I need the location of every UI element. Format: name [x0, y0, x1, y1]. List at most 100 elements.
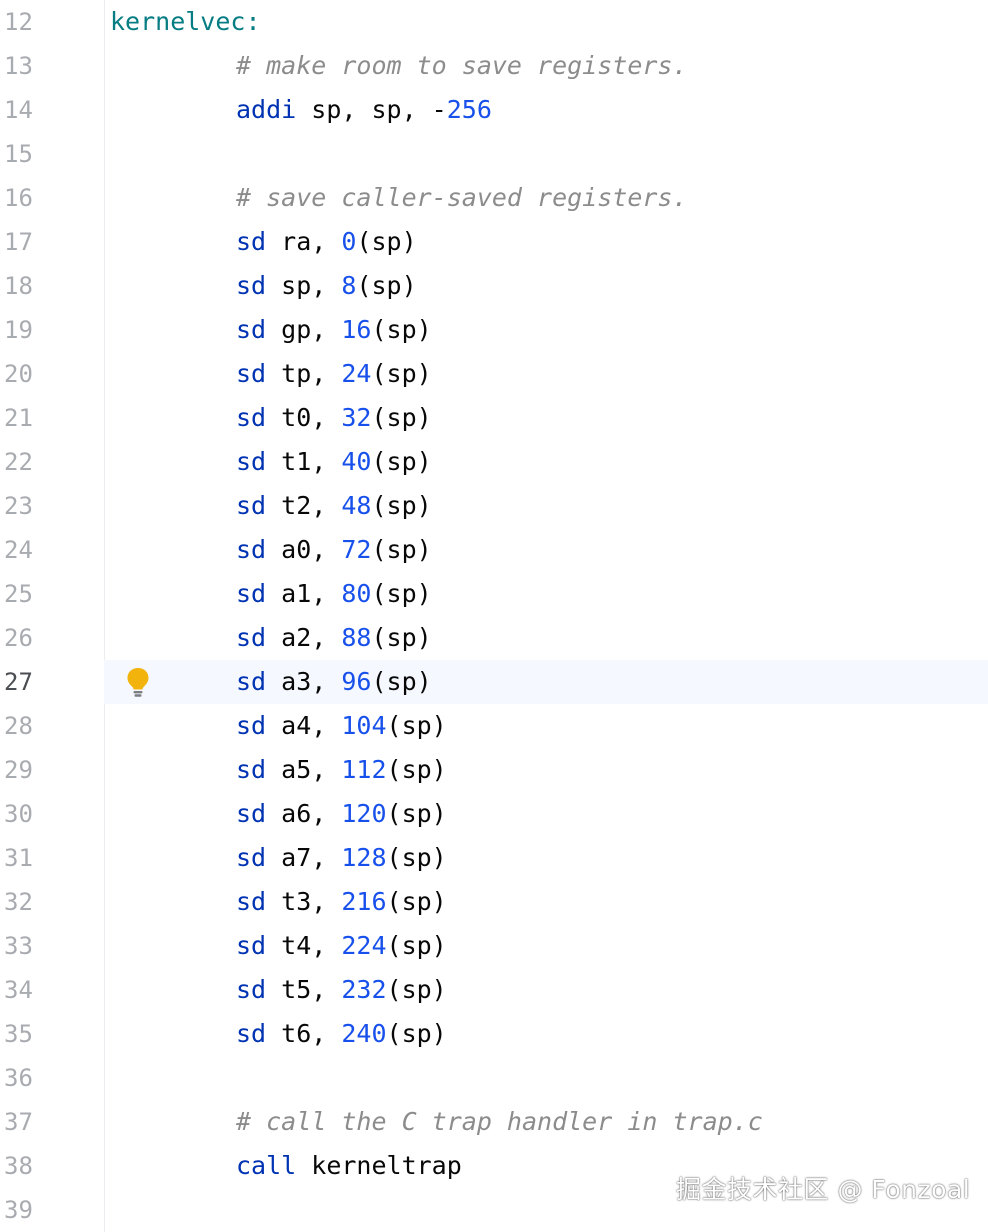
line-number[interactable]: 31	[4, 836, 64, 880]
code-text[interactable]: sd t4, 224(sp)	[236, 924, 447, 968]
token-text: (sp)	[371, 667, 432, 696]
code-text[interactable]: sd t5, 232(sp)	[236, 968, 447, 1012]
token-kw: sd	[236, 359, 267, 388]
line-number[interactable]: 33	[4, 924, 64, 968]
code-line[interactable]: 30 sd a6, 120(sp)	[0, 792, 988, 836]
code-line[interactable]: 23 sd t2, 48(sp)	[0, 484, 988, 528]
code-text[interactable]: sd a5, 112(sp)	[236, 748, 447, 792]
line-number[interactable]: 24	[4, 528, 64, 572]
line-number[interactable]: 13	[4, 44, 64, 88]
token-num: 72	[341, 535, 372, 564]
code-line[interactable]: 19 sd gp, 16(sp)	[0, 308, 988, 352]
line-number[interactable]: 12	[4, 0, 64, 44]
code-editor[interactable]: 12 kernelvec: 13 # make room to save regist…	[0, 0, 988, 1232]
code-text[interactable]: sd a6, 120(sp)	[236, 792, 447, 836]
code-line[interactable]: 17 sd ra, 0(sp)	[0, 220, 988, 264]
token-text: a7,	[266, 843, 342, 872]
code-line[interactable]: 13 # make room to save registers.	[0, 44, 988, 88]
token-comment: # make room to save registers.	[236, 51, 688, 80]
code-line-current[interactable]: 27 sd a3, 96(sp)	[0, 660, 988, 704]
line-number[interactable]: 34	[4, 968, 64, 1012]
code-line[interactable]: 37 # call the C trap handler in trap.c	[0, 1100, 988, 1144]
token-kw: sd	[236, 623, 267, 652]
code-text[interactable]: sd t1, 40(sp)	[236, 440, 432, 484]
token-text: t0,	[266, 403, 342, 432]
code-text[interactable]: sd a3, 96(sp)	[236, 660, 432, 704]
line-number[interactable]: 27	[4, 660, 64, 704]
code-line[interactable]: 22 sd t1, 40(sp)	[0, 440, 988, 484]
code-line[interactable]: 12 kernelvec:	[0, 0, 988, 44]
code-line[interactable]: 15	[0, 132, 988, 176]
line-number[interactable]: 37	[4, 1100, 64, 1144]
token-text: (sp)	[371, 403, 432, 432]
code-text[interactable]: # save caller-saved registers.	[236, 176, 688, 220]
code-text[interactable]: kernelvec:	[110, 0, 261, 44]
code-text[interactable]: sd a0, 72(sp)	[236, 528, 432, 572]
token-text: sp, sp, -	[296, 95, 447, 124]
line-number[interactable]: 36	[4, 1056, 64, 1100]
code-text[interactable]: sd t0, 32(sp)	[236, 396, 432, 440]
token-text: t6,	[266, 1019, 342, 1048]
line-number[interactable]: 16	[4, 176, 64, 220]
line-number[interactable]: 14	[4, 88, 64, 132]
code-text[interactable]: sd t2, 48(sp)	[236, 484, 432, 528]
code-line[interactable]: 32 sd t3, 216(sp)	[0, 880, 988, 924]
code-line[interactable]: 29 sd a5, 112(sp)	[0, 748, 988, 792]
line-number[interactable]: 30	[4, 792, 64, 836]
code-line[interactable]: 34 sd t5, 232(sp)	[0, 968, 988, 1012]
token-text: kerneltrap	[296, 1151, 462, 1180]
code-text[interactable]: sd tp, 24(sp)	[236, 352, 432, 396]
line-number[interactable]: 25	[4, 572, 64, 616]
line-number[interactable]: 28	[4, 704, 64, 748]
token-text: (sp)	[371, 535, 432, 564]
line-number[interactable]: 21	[4, 396, 64, 440]
line-number[interactable]: 15	[4, 132, 64, 176]
code-line[interactable]: 26 sd a2, 88(sp)	[0, 616, 988, 660]
code-line[interactable]: 25 sd a1, 80(sp)	[0, 572, 988, 616]
code-text[interactable]: sd gp, 16(sp)	[236, 308, 432, 352]
lightbulb-icon[interactable]	[124, 666, 152, 698]
code-line[interactable]: 24 sd a0, 72(sp)	[0, 528, 988, 572]
code-line[interactable]: 33 sd t4, 224(sp)	[0, 924, 988, 968]
code-line[interactable]: 36	[0, 1056, 988, 1100]
code-line[interactable]: 35 sd t6, 240(sp)	[0, 1012, 988, 1056]
code-line[interactable]: 18 sd sp, 8(sp)	[0, 264, 988, 308]
code-line[interactable]: 16 # save caller-saved registers.	[0, 176, 988, 220]
token-text: (sp)	[386, 843, 447, 872]
code-line[interactable]: 28 sd a4, 104(sp)	[0, 704, 988, 748]
code-text[interactable]: call kerneltrap	[236, 1144, 462, 1188]
token-text: t3,	[266, 887, 342, 916]
code-text[interactable]: sd a4, 104(sp)	[236, 704, 447, 748]
line-number[interactable]: 39	[4, 1188, 64, 1232]
line-number[interactable]: 22	[4, 440, 64, 484]
line-number[interactable]: 35	[4, 1012, 64, 1056]
line-number[interactable]: 18	[4, 264, 64, 308]
code-text[interactable]: sd ra, 0(sp)	[236, 220, 417, 264]
code-text[interactable]: sd a7, 128(sp)	[236, 836, 447, 880]
token-kw: sd	[236, 843, 267, 872]
code-text[interactable]: sd t6, 240(sp)	[236, 1012, 447, 1056]
line-number[interactable]: 26	[4, 616, 64, 660]
line-number[interactable]: 19	[4, 308, 64, 352]
token-text: t1,	[266, 447, 342, 476]
token-kw: sd	[236, 887, 267, 916]
code-text[interactable]: sd t3, 216(sp)	[236, 880, 447, 924]
code-text[interactable]: sd a1, 80(sp)	[236, 572, 432, 616]
line-number[interactable]: 29	[4, 748, 64, 792]
code-line[interactable]: 14 addi sp, sp, -256	[0, 88, 988, 132]
token-kw: sd	[236, 315, 267, 344]
token-label: kernelvec:	[110, 7, 261, 36]
code-text[interactable]: # make room to save registers.	[236, 44, 688, 88]
line-number[interactable]: 32	[4, 880, 64, 924]
line-number[interactable]: 17	[4, 220, 64, 264]
code-text[interactable]: # call the C trap handler in trap.c	[236, 1100, 763, 1144]
code-line[interactable]: 21 sd t0, 32(sp)	[0, 396, 988, 440]
code-line[interactable]: 20 sd tp, 24(sp)	[0, 352, 988, 396]
line-number[interactable]: 38	[4, 1144, 64, 1188]
code-text[interactable]: addi sp, sp, -256	[236, 88, 492, 132]
line-number[interactable]: 23	[4, 484, 64, 528]
code-text[interactable]: sd sp, 8(sp)	[236, 264, 417, 308]
code-line[interactable]: 31 sd a7, 128(sp)	[0, 836, 988, 880]
line-number[interactable]: 20	[4, 352, 64, 396]
code-text[interactable]: sd a2, 88(sp)	[236, 616, 432, 660]
